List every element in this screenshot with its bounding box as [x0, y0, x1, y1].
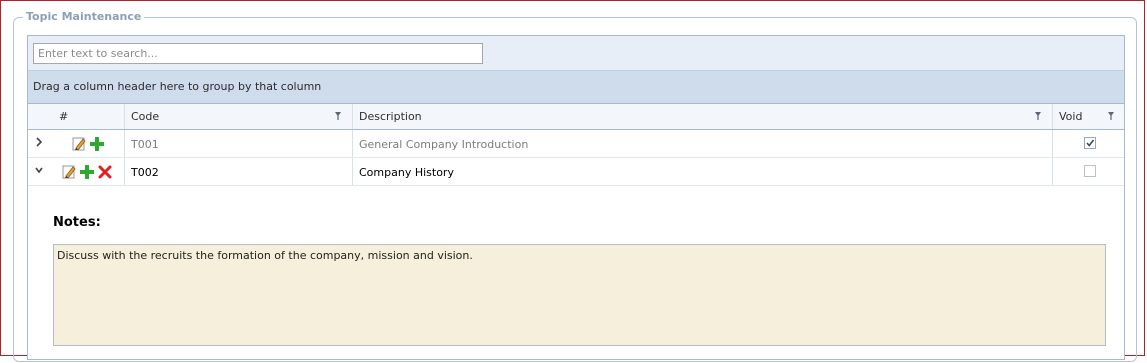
row-actions	[53, 130, 124, 157]
chevron-right-icon[interactable]	[34, 136, 44, 148]
topics-grid: Drag a column header here to group by th…	[27, 35, 1125, 360]
description-cell[interactable]: General Company Introduction	[352, 130, 1052, 157]
void-checkbox[interactable]	[1084, 165, 1096, 177]
code-cell[interactable]: T002	[124, 158, 352, 185]
panel-title: Topic Maintenance	[23, 10, 145, 24]
search-bar	[28, 36, 1124, 71]
code-cell[interactable]: T001	[124, 130, 352, 157]
void-cell	[1052, 158, 1124, 185]
edit-icon[interactable]	[61, 164, 77, 180]
notes-textarea[interactable]: Discuss with the recruits the formation …	[53, 244, 1106, 346]
column-header-index[interactable]: #	[53, 104, 124, 129]
description-cell[interactable]: Company History	[352, 158, 1052, 185]
filter-icon[interactable]	[334, 110, 342, 122]
delete-icon[interactable]	[97, 164, 113, 180]
search-input[interactable]	[33, 43, 483, 64]
table-row: T001 General Company Introduction	[28, 130, 1124, 158]
void-checkbox[interactable]	[1084, 137, 1096, 149]
column-label-index: #	[59, 110, 69, 123]
filter-icon[interactable]	[1034, 110, 1042, 122]
add-icon[interactable]	[79, 164, 95, 180]
row-detail: Notes: Discuss with the recruits the for…	[28, 186, 1124, 363]
group-by-panel[interactable]: Drag a column header here to group by th…	[28, 71, 1124, 104]
column-header-void[interactable]: Void	[1052, 104, 1124, 129]
checkmark-icon	[1086, 139, 1095, 147]
column-header-description[interactable]: Description	[352, 104, 1052, 129]
grid-header: # Code Description Void	[28, 104, 1124, 130]
column-label-code: Code	[131, 110, 160, 123]
void-cell	[1052, 130, 1124, 157]
chevron-down-icon[interactable]	[34, 164, 44, 176]
table-row: T002 Company History	[28, 158, 1124, 186]
description-value: Company History	[359, 166, 454, 179]
edit-icon[interactable]	[71, 136, 87, 152]
column-header-code[interactable]: Code	[124, 104, 352, 129]
code-value: T001	[131, 138, 159, 151]
filter-icon[interactable]	[1107, 110, 1115, 122]
description-value: General Company Introduction	[359, 138, 529, 151]
row-actions	[53, 158, 124, 185]
column-label-void: Void	[1059, 110, 1083, 123]
code-value: T002	[131, 166, 159, 179]
add-icon[interactable]	[89, 136, 105, 152]
column-label-description: Description	[359, 110, 422, 123]
notes-label: Notes:	[53, 215, 101, 230]
